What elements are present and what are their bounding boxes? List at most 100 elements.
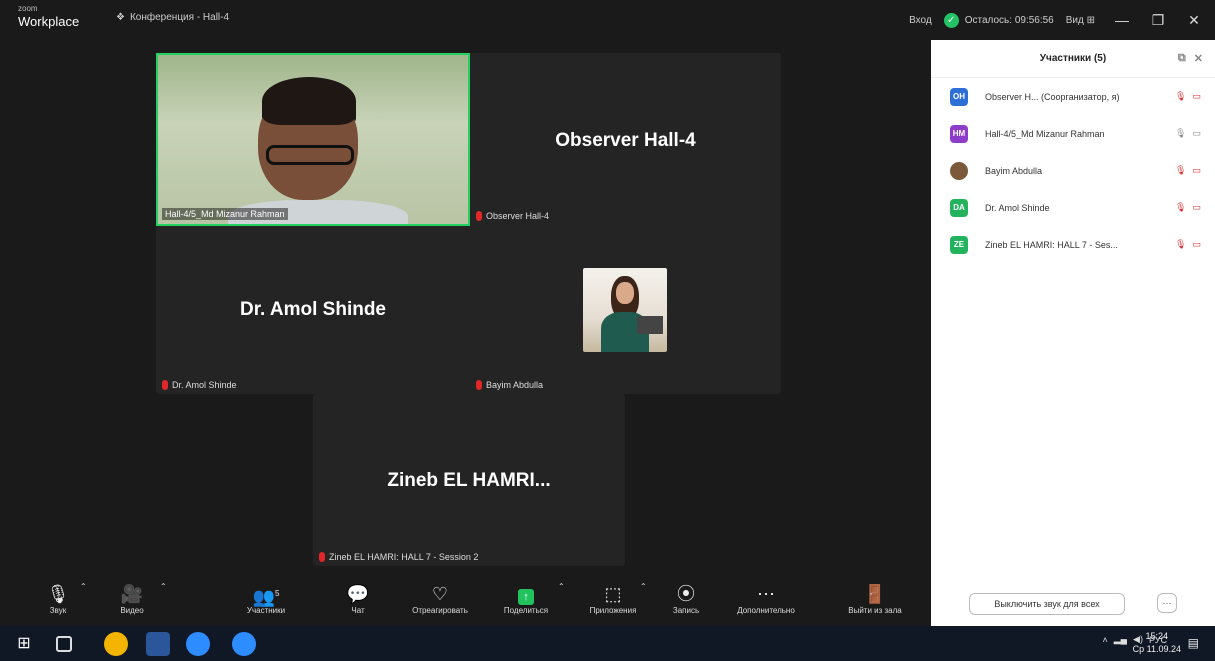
popout-icon[interactable]: ⧉ xyxy=(1178,52,1186,65)
tile-observer[interactable]: Observer Hall-4 Observer Hall-4 xyxy=(470,53,781,225)
mic-off-icon xyxy=(476,380,482,390)
heart-icon: ♡ xyxy=(431,584,449,604)
participants-panel-title: Участники (5) xyxy=(1039,53,1107,64)
avatar: DA xyxy=(950,198,968,217)
audio-label: Звук xyxy=(49,606,67,615)
participant-row[interactable]: ZE Zineb EL HAMRI: HALL 7 - Ses... 🎙 ▭ xyxy=(931,226,1215,263)
tile-amol[interactable]: Dr. Amol Shinde Dr. Amol Shinde xyxy=(156,225,470,394)
zineb-label: Zineb EL HAMRI: HALL 7 - Session 2 xyxy=(319,552,478,562)
zoom-taskbar-icon-2[interactable] xyxy=(232,632,256,656)
avatar: OH xyxy=(950,87,968,106)
share-options-chevron-icon[interactable]: ⌃ xyxy=(558,582,565,591)
windows-start-icon[interactable]: ⊞ xyxy=(12,632,36,656)
participant-row[interactable]: HM Hall-4/5_Md Mizanur Rahman 🎙 ▭ xyxy=(931,115,1215,152)
record-button[interactable]: ⦿ Запись xyxy=(664,582,708,615)
amol-name: Dr. Amol Shinde xyxy=(239,299,387,320)
chrome-icon[interactable] xyxy=(104,632,128,656)
video-tile-mizanur[interactable]: Hall-4/5_Md Mizanur Rahman xyxy=(156,53,470,226)
leave-button[interactable]: 🚪 Выйти из зала xyxy=(840,582,910,615)
shield-icon[interactable]: ✓ xyxy=(943,12,959,28)
meeting-title: ❖ Конференция - Hall-4 xyxy=(116,12,229,23)
tile-zineb[interactable]: Zineb EL HAMRI... Zineb EL HAMRI: HALL 7… xyxy=(313,394,625,566)
clock-date: Ср 11.09.24 xyxy=(1132,644,1181,654)
record-icon: ⦿ xyxy=(677,584,695,604)
close-button[interactable]: ✕ xyxy=(1179,12,1209,29)
zoom-taskbar-icon[interactable] xyxy=(186,632,210,656)
react-label: Отреагировать xyxy=(412,606,468,615)
brand-small: zoom xyxy=(18,4,38,13)
participants-label: Участники xyxy=(246,606,286,615)
video-button[interactable]: 🎥 Видео xyxy=(112,582,152,615)
close-panel-icon[interactable]: ✕ xyxy=(1194,52,1203,65)
participants-panel: Участники (5) ⧉ ✕ OH Observer H... (Соорг… xyxy=(931,40,1215,626)
panel-more-button[interactable]: ··· xyxy=(1157,593,1177,613)
mic-muted-icon: 🎙 xyxy=(1175,239,1187,249)
avatar xyxy=(950,161,968,180)
login-button[interactable]: Вход xyxy=(909,15,932,26)
minimize-button[interactable]: — xyxy=(1107,12,1137,28)
photo-laptop xyxy=(637,316,663,334)
mic-muted-icon: 🎙 xyxy=(1175,202,1187,212)
video-label: Hall-4/5_Md Mizanur Rahman xyxy=(162,208,288,220)
more-label: Дополнительно xyxy=(737,606,795,615)
camera-icon: ▭ xyxy=(1192,128,1201,138)
participants-button[interactable]: 👥5 Участники xyxy=(236,582,296,615)
participant-row[interactable]: Bayim Abdulla 🎙 ▭ xyxy=(931,152,1215,189)
video-hair xyxy=(262,77,356,125)
bayim-label: Bayim Abdulla xyxy=(476,380,543,390)
network-icon[interactable]: ▂▄ xyxy=(1114,634,1127,645)
camera-off-icon: ▭ xyxy=(1192,91,1201,101)
meeting-icon: ❖ xyxy=(116,12,125,23)
meeting-toolbar: 🎙 Звук ⌃ 🎥 Видео ⌃ 👥5 Участники 💬 Чат ♡ … xyxy=(0,578,931,626)
apps-button[interactable]: ⬚ Приложения xyxy=(578,582,648,615)
chat-label: Чат xyxy=(351,606,365,615)
time-remaining: Осталось: 09:56:56 xyxy=(964,14,1054,26)
participant-name: Hall-4/5_Md Mizanur Rahman xyxy=(985,128,1105,139)
bayim-avatar-photo xyxy=(583,268,667,352)
observer-name: Observer Hall-4 xyxy=(555,130,696,151)
zoom-logo: zoom Workplace xyxy=(18,4,79,29)
task-view-icon[interactable] xyxy=(56,636,72,652)
leave-door-icon: 🚪 xyxy=(863,584,887,604)
view-button[interactable]: Вид ⊞ xyxy=(1066,15,1095,26)
participants-icon: 👥5 xyxy=(252,587,280,607)
more-dots-icon: ⋯ xyxy=(757,584,775,604)
mic-icon: 🎙 xyxy=(1175,128,1187,138)
avatar: HM xyxy=(950,124,968,143)
chat-button[interactable]: 💬 Чат xyxy=(338,582,378,615)
apps-options-chevron-icon[interactable]: ⌃ xyxy=(640,582,647,591)
windows-taskbar: ⊞ ˄ ▂▄ ◀) РУС 15:24 Ср 11.09.24 ▤ xyxy=(0,626,1215,661)
audio-button[interactable]: 🎙 Звук xyxy=(38,582,78,615)
mic-off-icon xyxy=(476,211,482,221)
amol-label: Dr. Amol Shinde xyxy=(162,380,237,390)
observer-label: Observer Hall-4 xyxy=(476,211,549,221)
tray-chevron-icon[interactable]: ˄ xyxy=(1102,635,1107,645)
share-button[interactable]: ↑ Поделиться xyxy=(496,582,556,615)
clock[interactable]: 15:24 Ср 11.09.24 xyxy=(1133,630,1181,656)
leave-label: Выйти из зала xyxy=(848,606,902,615)
mic-muted-icon: 🎙 xyxy=(1175,165,1187,175)
camera-off-icon: 🎥 xyxy=(120,584,144,604)
participants-list: OH Observer H... (Соорганизатор, я) 🎙 ▭ HM Ha… xyxy=(931,78,1215,263)
word-icon[interactable] xyxy=(146,632,170,656)
mute-all-button[interactable]: Выключить звук для всех xyxy=(969,593,1125,615)
record-label: Запись xyxy=(672,606,700,615)
apps-label: Приложения xyxy=(589,606,637,615)
maximize-button[interactable]: ❐ xyxy=(1143,12,1173,29)
notifications-icon[interactable]: ▤ xyxy=(1188,636,1199,650)
photo-face xyxy=(616,282,634,304)
participant-row[interactable]: OH Observer H... (Соорганизатор, я) 🎙 ▭ xyxy=(931,78,1215,115)
participant-name: Dr. Amol Shinde xyxy=(985,202,1050,213)
mic-muted-icon: 🎙 xyxy=(46,584,70,604)
participant-row[interactable]: DA Dr. Amol Shinde 🎙 ▭ xyxy=(931,189,1215,226)
chat-icon: 💬 xyxy=(346,584,370,604)
audio-options-chevron-icon[interactable]: ⌃ xyxy=(80,582,87,591)
more-button[interactable]: ⋯ Дополнительно xyxy=(724,582,808,615)
react-button[interactable]: ♡ Отреагировать xyxy=(398,582,482,615)
share-label: Поделиться xyxy=(503,606,549,615)
clock-time: 15:24 xyxy=(1145,631,1169,641)
video-options-chevron-icon[interactable]: ⌃ xyxy=(160,582,167,591)
mic-muted-icon: 🎙 xyxy=(1175,91,1187,101)
share-arrow-icon: ↑ xyxy=(518,589,534,605)
camera-off-icon: ▭ xyxy=(1192,239,1201,249)
